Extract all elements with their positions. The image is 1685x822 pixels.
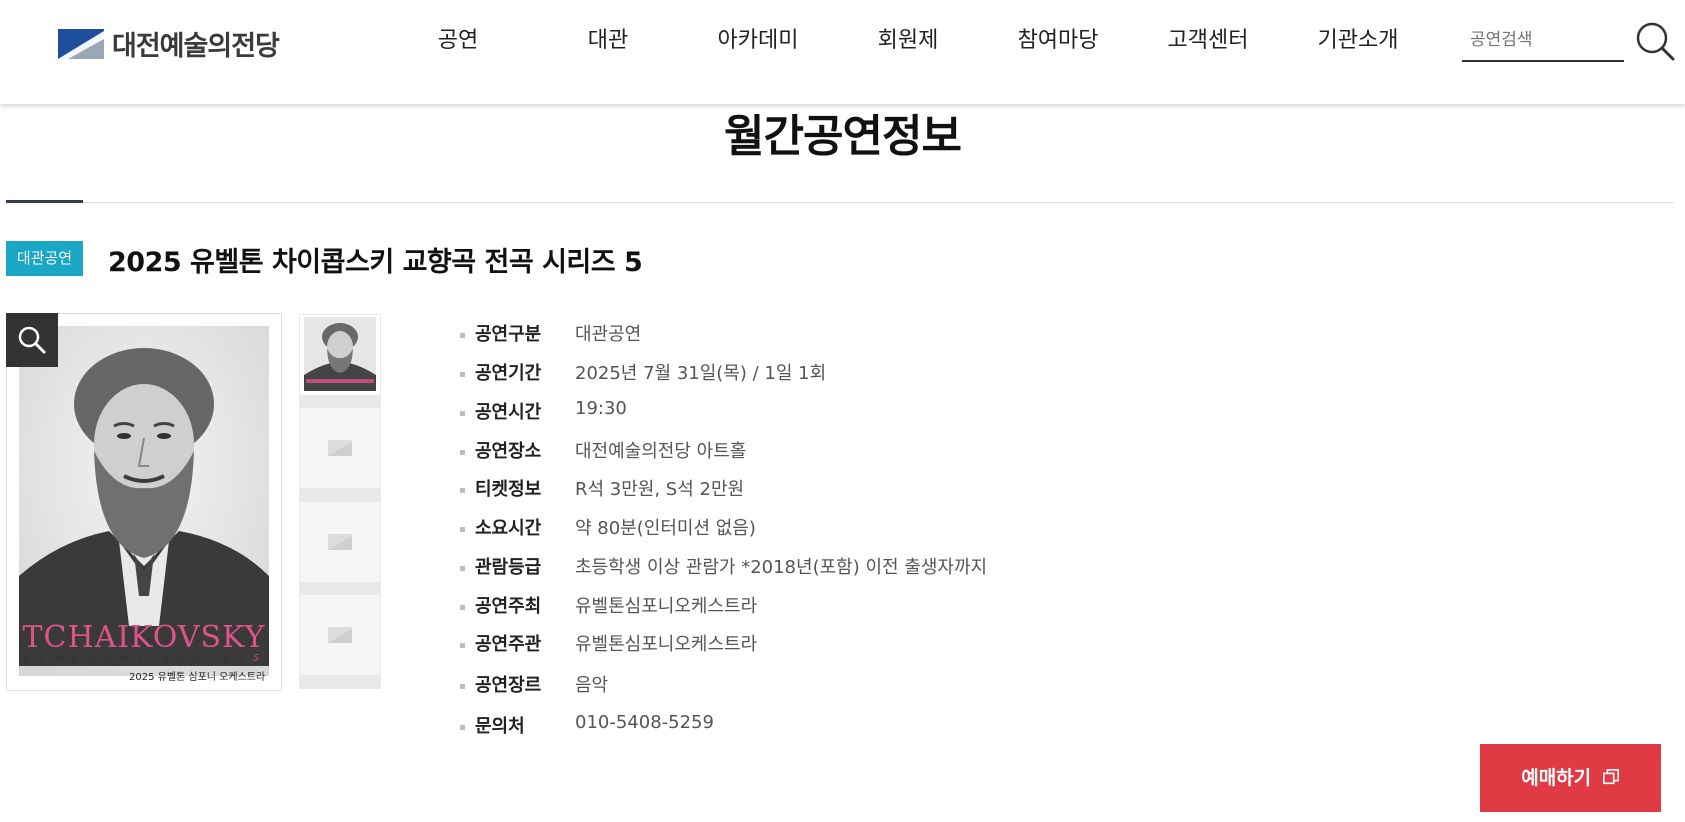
image-placeholder-icon xyxy=(328,627,352,643)
page-title: 월간공연정보 xyxy=(724,111,962,162)
thumbnail-portrait xyxy=(304,317,376,391)
bullet xyxy=(460,411,465,416)
thumbnail-4[interactable] xyxy=(300,595,380,675)
info-value: 음악 xyxy=(575,675,609,696)
info-value: 대관공연 xyxy=(575,324,642,345)
info-value: 유벨톤심포니오케스트라 xyxy=(575,596,758,617)
site-logo[interactable]: 대전예술의전당 xyxy=(58,24,280,63)
main-nav: 공연 대관 아카데미 회원제 참여마당 고객센터 기관소개 xyxy=(400,22,1416,54)
info-value: 2025년 7월 31일(목) / 1일 1회 xyxy=(575,363,827,384)
search-input[interactable] xyxy=(1462,24,1622,56)
info-label: 공연시간 xyxy=(475,402,542,423)
reserve-button-label: 예매하기 xyxy=(1521,767,1592,789)
search-icon[interactable] xyxy=(1634,20,1676,62)
info-value: 약 80분(인터미션 없음) xyxy=(575,518,756,539)
bullet xyxy=(460,605,465,610)
info-value: 010-5408-5259 xyxy=(575,712,714,733)
logo-mark-icon xyxy=(58,28,104,59)
image-placeholder-icon xyxy=(328,534,352,550)
magnifier-icon xyxy=(18,326,46,354)
nav-item-academy[interactable]: 아카데미 xyxy=(700,22,816,54)
new-window-icon xyxy=(1602,768,1619,785)
info-label: 공연장르 xyxy=(475,675,542,696)
bullet xyxy=(460,527,465,532)
info-label: 티켓정보 xyxy=(475,479,542,500)
poster-image[interactable]: TCHAIKOVSKY SYMPHONY SERIES5 xyxy=(19,326,269,676)
site-header: 대전예술의전당 공연 대관 아카데미 회원제 참여마당 고객센터 기관소개 xyxy=(0,0,1685,104)
image-placeholder-icon xyxy=(328,440,352,456)
poster-title: TCHAIKOVSKY xyxy=(22,620,266,655)
nav-item-rental[interactable]: 대관 xyxy=(516,22,700,54)
bullet xyxy=(460,450,465,455)
show-title: 2025 유벨톤 차이콥스키 교향곡 전곡 시리즈 5 xyxy=(108,247,643,278)
poster-frame: TCHAIKOVSKY SYMPHONY SERIES5 2025 유벨톤 심포… xyxy=(6,313,282,691)
info-label: 관람등급 xyxy=(475,557,542,578)
nav-item-customer-center[interactable]: 고객센터 xyxy=(1116,22,1300,54)
nav-item-membership[interactable]: 회원제 xyxy=(816,22,1000,54)
info-value: 유벨톤심포니오케스트라 xyxy=(575,634,758,655)
thumbnail-3[interactable] xyxy=(300,502,380,582)
bullet xyxy=(460,643,465,648)
info-value: 대전예술의전당 아트홀 xyxy=(575,441,747,462)
info-label: 공연장소 xyxy=(475,441,542,462)
poster-subtitle: SYMPHONY SERIES xyxy=(23,654,254,664)
thumbnail-1[interactable] xyxy=(300,315,380,395)
reserve-button[interactable]: 예매하기 xyxy=(1480,744,1661,812)
bullet xyxy=(460,488,465,493)
poster-series-number: 5 xyxy=(253,654,268,664)
poster-caption: 2025 유벨톤 심포니 오케스트라 xyxy=(129,672,266,683)
info-value: 19:30 xyxy=(575,398,627,419)
nav-item-about[interactable]: 기관소개 xyxy=(1300,22,1416,54)
info-label: 공연구분 xyxy=(475,324,542,345)
thumbnail-list xyxy=(299,314,381,689)
info-value: 초등학생 이상 관람가 *2018년(포함) 이전 출생자까지 xyxy=(575,557,988,578)
poster-subtitle-line: SYMPHONY SERIES5 xyxy=(23,654,269,664)
info-value: R석 3만원, S석 2만원 xyxy=(575,479,745,500)
category-badge: 대관공연 xyxy=(6,241,83,276)
zoom-button[interactable] xyxy=(6,313,58,367)
info-label: 공연주관 xyxy=(475,634,542,655)
info-label: 공연주최 xyxy=(475,596,542,617)
bullet xyxy=(460,725,465,730)
bullet xyxy=(460,566,465,571)
title-divider-accent xyxy=(6,200,83,203)
info-label: 문의처 xyxy=(475,716,525,737)
thumbnail-2[interactable] xyxy=(300,408,380,488)
search-box xyxy=(1462,24,1624,62)
nav-item-performance[interactable]: 공연 xyxy=(400,22,516,54)
nav-item-participation[interactable]: 참여마당 xyxy=(1000,22,1116,54)
bullet xyxy=(460,333,465,338)
info-label: 공연기간 xyxy=(475,363,542,384)
bullet xyxy=(460,684,465,689)
title-divider xyxy=(6,202,1674,203)
info-label: 소요시간 xyxy=(475,518,542,539)
bullet xyxy=(460,372,465,377)
logo-text: 대전예술의전당 xyxy=(112,31,280,62)
